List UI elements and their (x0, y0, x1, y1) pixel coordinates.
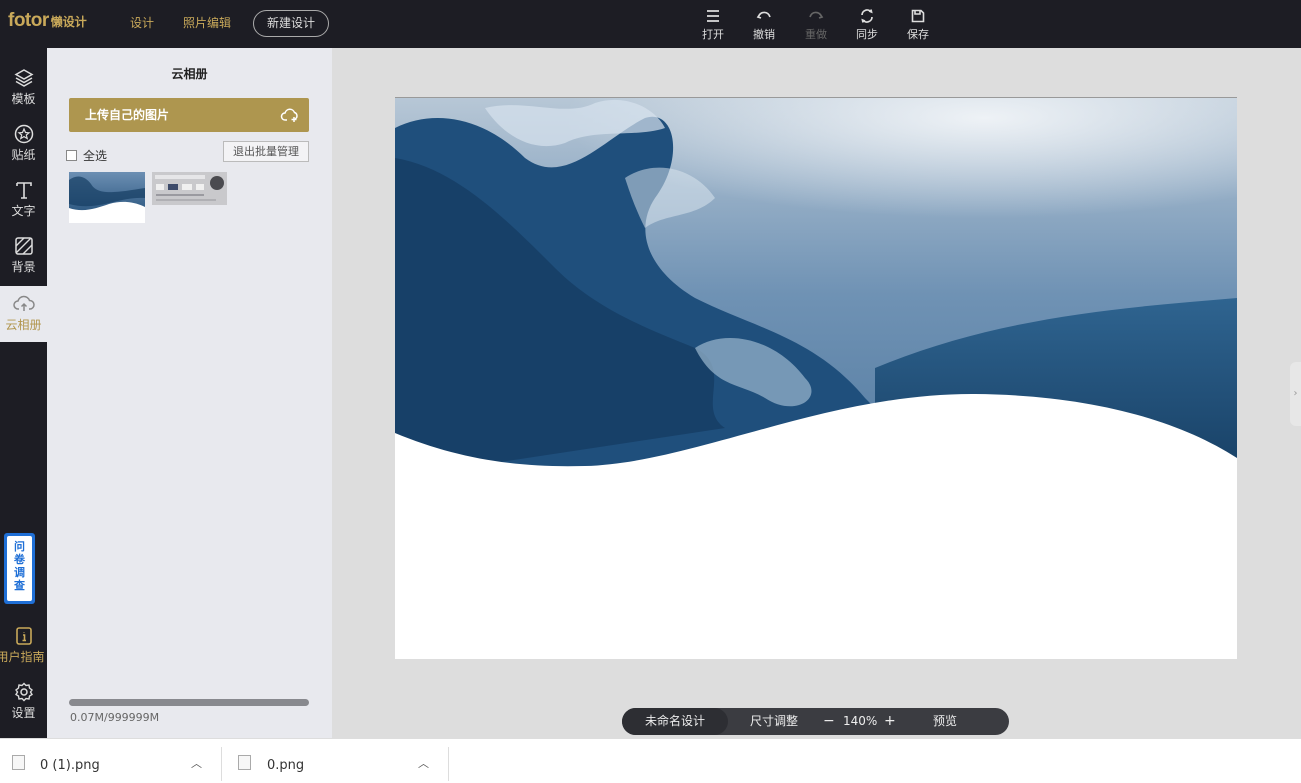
screenshot-thumbnail-image (152, 172, 227, 205)
menu-icon (707, 10, 719, 22)
zoom-out-button[interactable]: − (823, 708, 835, 735)
open-button[interactable]: 打开 (695, 8, 731, 42)
download-filename: 0 (1).png (40, 758, 100, 773)
design-canvas[interactable] (395, 97, 1237, 659)
rail-label-cloud-album: 云相册 (5, 318, 42, 332)
chevron-up-icon[interactable]: ︿ (418, 755, 429, 771)
rail-item-stickers[interactable]: 贴纸 (0, 116, 47, 172)
rail-item-cloud-album[interactable]: 云相册 (0, 286, 47, 342)
upload-image-button[interactable]: 上传自己的图片 (69, 98, 309, 132)
rail-label-background: 背景 (11, 260, 36, 274)
zoom-in-button[interactable]: + (884, 708, 896, 735)
nav-photo-edit[interactable]: 照片编辑 (183, 14, 231, 31)
preview-button[interactable]: 预览 (933, 708, 957, 735)
download-item[interactable]: 0.png ︿ (222, 739, 448, 783)
ocean-wave-image (395, 98, 1237, 659)
save-label: 保存 (907, 28, 929, 41)
checkbox-box (66, 150, 77, 161)
resize-button[interactable]: 尺寸调整 (750, 708, 798, 735)
undo-button[interactable]: 撤销 (746, 8, 782, 42)
save-icon (911, 9, 925, 23)
new-design-button[interactable]: 新建设计 (253, 10, 329, 37)
redo-label: 重做 (805, 28, 827, 41)
wave-thumbnail-image (69, 172, 145, 223)
select-all-label: 全选 (83, 149, 108, 163)
select-all-checkbox[interactable]: 全选 (66, 147, 107, 164)
download-filename: 0.png (267, 758, 305, 773)
upload-label: 上传自己的图片 (85, 108, 170, 122)
sync-icon (861, 9, 873, 23)
logo-brand: fotor (8, 10, 49, 31)
design-name[interactable]: 未命名设计 (622, 708, 728, 735)
redo-icon (809, 11, 824, 19)
chevron-up-icon[interactable]: ︿ (191, 755, 202, 771)
cloud-album-panel: 云相册 上传自己的图片 全选 退出批量管理 0.07M/999999M (47, 48, 332, 738)
rail-item-templates[interactable]: 模板 (0, 60, 47, 116)
download-item[interactable]: 0 (1).png ︿ (0, 739, 221, 783)
undo-icon (756, 11, 771, 19)
rail-item-background[interactable]: 背景 (0, 228, 47, 284)
album-thumbnail[interactable] (69, 172, 145, 223)
nav-design[interactable]: 设计 (130, 14, 154, 31)
album-thumbnail[interactable] (152, 172, 227, 205)
survey-button[interactable]: 问卷调查 (4, 533, 35, 604)
rail-label-templates: 模板 (11, 92, 36, 106)
cloud-upload-icon (12, 295, 35, 311)
logo-sub: 懒设计 (50, 15, 87, 29)
save-button[interactable]: 保存 (900, 8, 936, 42)
left-rail: 模板 贴纸 文字 背景 云相册 问卷调查 用户指南 设置 (0, 48, 47, 738)
cloud-plus-icon (280, 108, 298, 122)
divider (448, 747, 449, 781)
undo-label: 撤销 (753, 28, 775, 41)
storage-usage: 0.07M/999999M (70, 711, 160, 724)
exit-batch-button[interactable]: 退出批量管理 (223, 141, 309, 162)
canvas-control-bar: 未命名设计 尺寸调整 − 140% + 预览 (622, 708, 1009, 735)
rail-item-text[interactable]: 文字 (0, 172, 47, 228)
rail-label-stickers: 贴纸 (11, 148, 36, 162)
sync-button[interactable]: 同步 (849, 8, 885, 42)
text-icon (15, 182, 32, 199)
sync-label: 同步 (856, 28, 878, 41)
rail-label-text: 文字 (11, 204, 36, 218)
sticker-star-icon (14, 124, 33, 144)
fotor-logo[interactable]: fotor 懒设计 (8, 10, 87, 32)
downloads-bar: 0 (1).png ︿ 0.png ︿ (0, 738, 1301, 783)
top-bar: fotor 懒设计 设计 照片编辑 新建设计 打开 撤销 重做 同步 保存 (0, 0, 1301, 48)
zoom-level: 140% (843, 714, 878, 728)
open-label: 打开 (702, 28, 724, 41)
storage-progress-bar (69, 699, 309, 706)
gear-icon (14, 682, 33, 702)
redo-button[interactable]: 重做 (798, 8, 834, 42)
rail-label-settings: 设置 (11, 706, 36, 720)
panel-title: 云相册 (171, 67, 208, 81)
file-icon (238, 755, 251, 770)
file-icon (12, 755, 25, 770)
rail-item-user-guide[interactable]: 用户指南 (0, 618, 47, 674)
rail-label-user-guide: 用户指南 (0, 650, 45, 664)
layers-icon (13, 69, 34, 87)
survey-label: 问卷调查 (7, 536, 32, 601)
rail-item-settings[interactable]: 设置 (0, 674, 47, 730)
info-icon (15, 627, 32, 645)
background-hatch-icon (14, 237, 33, 255)
right-panel-toggle[interactable]: › (1290, 362, 1301, 426)
